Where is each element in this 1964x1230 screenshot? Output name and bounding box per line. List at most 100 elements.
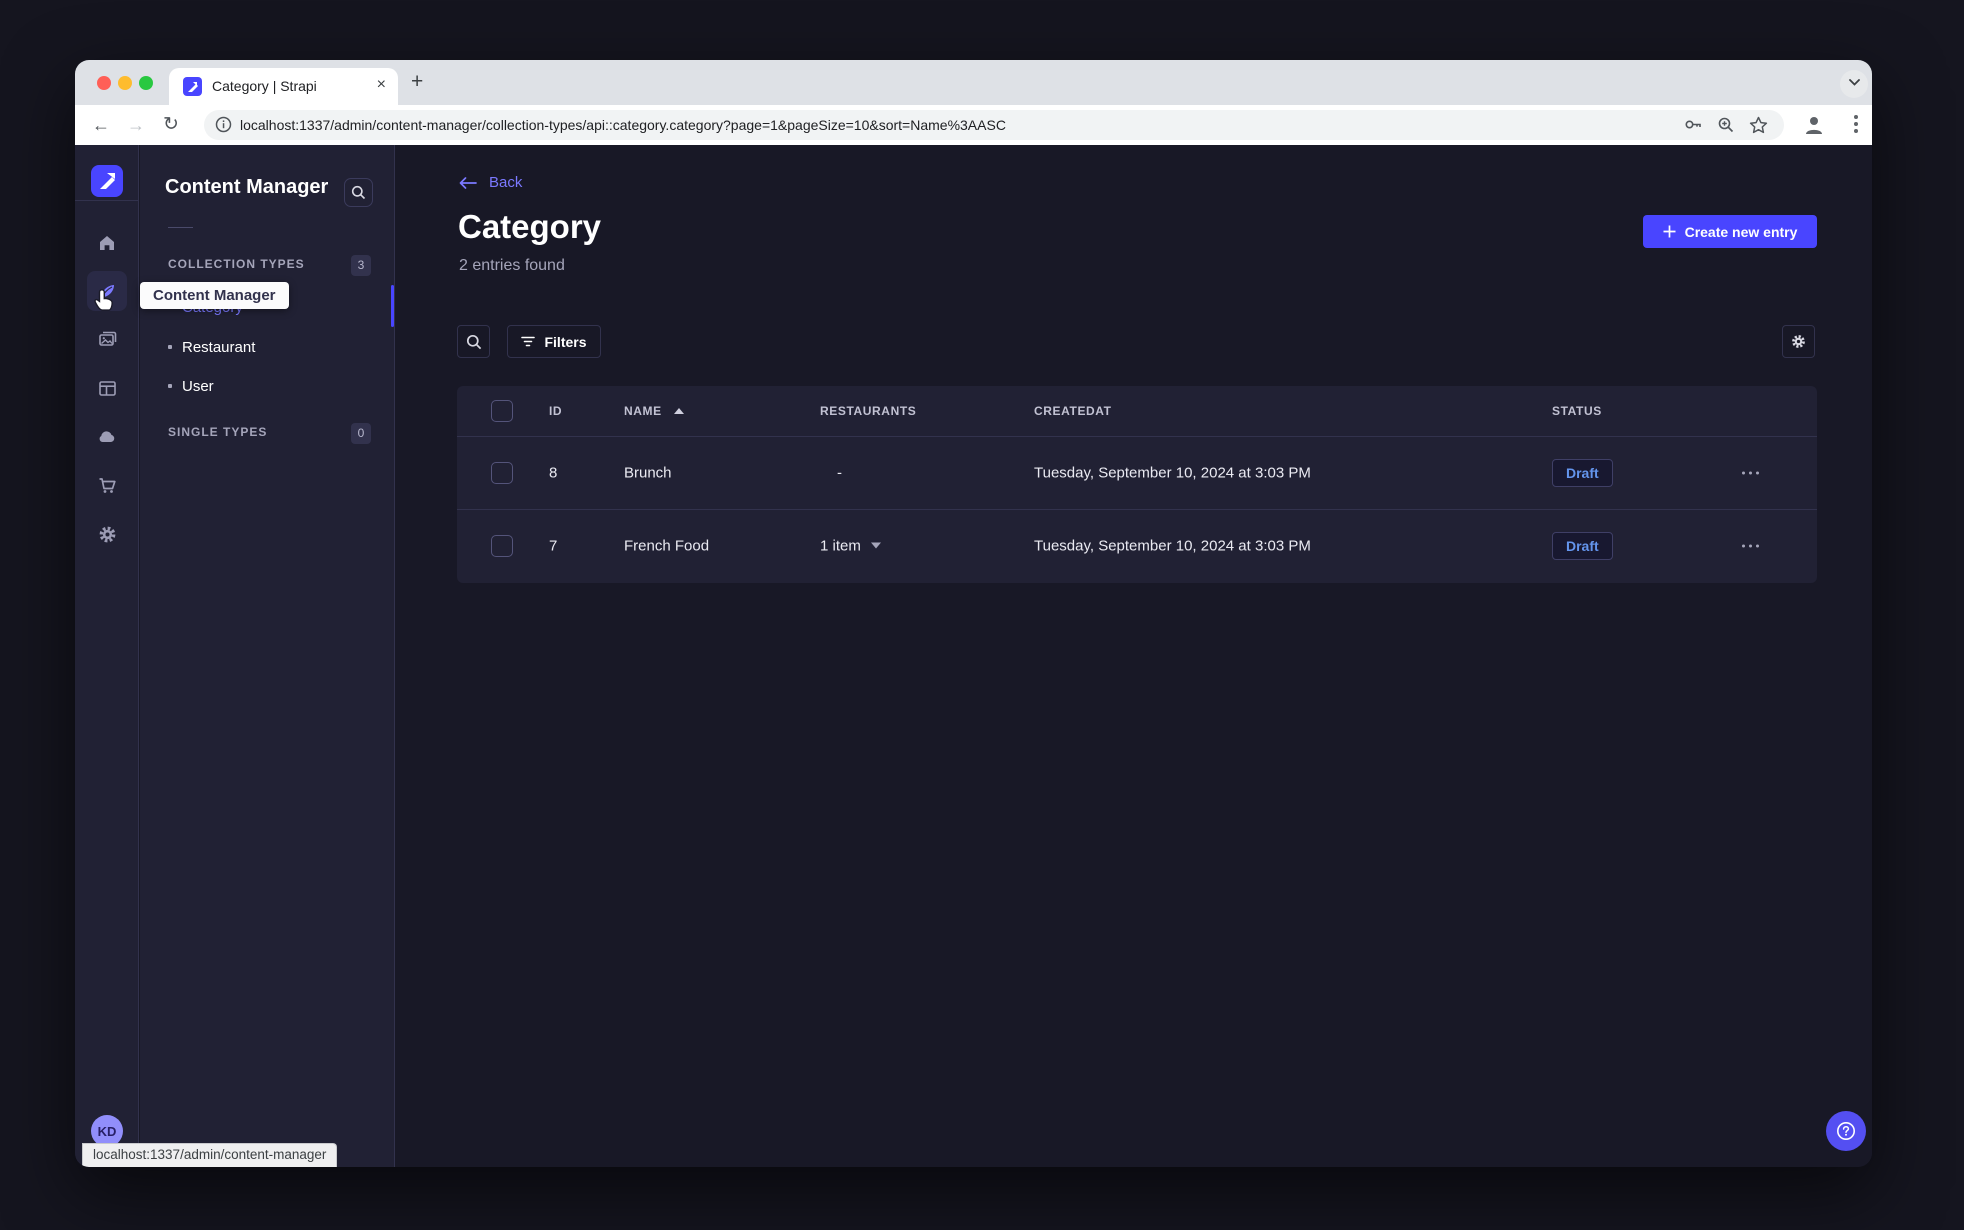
sidebar-item-content-type-builder[interactable] bbox=[87, 368, 127, 408]
sidebar-item-home[interactable] bbox=[87, 223, 127, 263]
table-header-row: ID NAME RESTAURANTS CREATEDAT STATUS bbox=[457, 386, 1817, 436]
new-tab-button[interactable]: + bbox=[411, 70, 423, 94]
close-window-button[interactable] bbox=[97, 76, 111, 90]
panel-search-button[interactable] bbox=[344, 178, 373, 207]
cell-id: 7 bbox=[549, 537, 558, 555]
view-settings-button[interactable] bbox=[1782, 325, 1815, 358]
back-label: Back bbox=[489, 174, 523, 191]
single-types-count-badge: 0 bbox=[351, 423, 371, 444]
row-checkbox[interactable] bbox=[491, 462, 513, 484]
content-type-builder-icon bbox=[98, 380, 116, 396]
table-row[interactable]: 8 Brunch - Tuesday, September 10, 2024 a… bbox=[457, 436, 1817, 509]
media-library-icon bbox=[98, 331, 116, 346]
filters-label: Filters bbox=[544, 333, 587, 350]
create-button-label: Create new entry bbox=[1684, 223, 1798, 240]
sidebar-item-settings[interactable] bbox=[87, 514, 127, 554]
gear-icon bbox=[99, 526, 115, 542]
row-actions-button[interactable] bbox=[1742, 471, 1759, 475]
filters-button[interactable]: Filters bbox=[507, 325, 601, 358]
cell-name: Brunch bbox=[624, 464, 672, 482]
filter-icon bbox=[521, 336, 536, 347]
tab-search-button[interactable] bbox=[1840, 70, 1868, 98]
cell-restaurants[interactable]: 1 item bbox=[820, 538, 881, 555]
row-actions-button[interactable] bbox=[1742, 544, 1759, 548]
main-content: Back Category 2 entries found Create new… bbox=[396, 145, 1872, 1167]
row-checkbox[interactable] bbox=[491, 535, 513, 557]
tab-title: Category | Strapi bbox=[212, 78, 317, 94]
minimize-window-button[interactable] bbox=[118, 76, 132, 90]
browser-toolbar: ← → ↻ localhost:1337/admin/content-manag… bbox=[75, 105, 1872, 145]
entries-table: ID NAME RESTAURANTS CREATEDAT STATUS 8 B… bbox=[457, 386, 1817, 583]
bullet-icon bbox=[168, 384, 172, 388]
arrow-left-icon bbox=[459, 176, 477, 189]
profile-icon[interactable] bbox=[1802, 113, 1826, 142]
browser-window: Category | Strapi × + ← → ↻ localhost:13… bbox=[75, 60, 1872, 1167]
item-label: Restaurant bbox=[182, 338, 256, 356]
browser-back-button[interactable]: ← bbox=[92, 113, 110, 137]
header-name[interactable]: NAME bbox=[624, 404, 684, 418]
sidebar-item-media-library[interactable] bbox=[87, 319, 127, 359]
maximize-window-button[interactable] bbox=[139, 76, 153, 90]
cell-createdat: Tuesday, September 10, 2024 at 3:03 PM bbox=[1034, 537, 1311, 555]
table-row[interactable]: 7 French Food 1 item Tuesday, September … bbox=[457, 509, 1817, 582]
sort-asc-icon bbox=[673, 408, 684, 414]
cell-createdat: Tuesday, September 10, 2024 at 3:03 PM bbox=[1034, 464, 1311, 482]
cloud-icon bbox=[99, 431, 115, 442]
section-single-types: SINGLE TYPES bbox=[168, 425, 268, 439]
browser-tab[interactable]: Category | Strapi × bbox=[169, 68, 398, 105]
password-key-icon[interactable] bbox=[1684, 116, 1703, 138]
chevron-down-icon bbox=[870, 542, 881, 549]
cell-restaurants: - bbox=[837, 464, 842, 482]
cursor-hand-icon bbox=[92, 288, 116, 320]
sidebar-item-cloud[interactable] bbox=[87, 417, 127, 457]
plus-icon bbox=[1663, 225, 1676, 238]
home-icon bbox=[100, 236, 114, 250]
strapi-favicon-icon bbox=[183, 77, 202, 96]
status-badge: Draft bbox=[1552, 532, 1613, 560]
help-button[interactable] bbox=[1826, 1111, 1866, 1151]
chevron-down-icon bbox=[1848, 79, 1860, 86]
select-all-checkbox[interactable] bbox=[491, 400, 513, 422]
rail-divider bbox=[75, 200, 139, 201]
status-badge: Draft bbox=[1552, 459, 1613, 487]
cart-icon bbox=[99, 477, 116, 493]
browser-forward-button[interactable]: → bbox=[127, 113, 145, 137]
header-createdat[interactable]: CREATEDAT bbox=[1034, 404, 1112, 418]
help-icon bbox=[1837, 1122, 1855, 1140]
gear-icon bbox=[1792, 335, 1805, 348]
panel-title: Content Manager bbox=[165, 176, 329, 198]
item-label: User bbox=[182, 377, 214, 395]
content-manager-tooltip: Content Manager bbox=[140, 282, 289, 309]
kebab-menu-icon[interactable] bbox=[1854, 115, 1858, 138]
info-icon[interactable] bbox=[215, 116, 232, 138]
sidebar-item-marketplace[interactable] bbox=[87, 465, 127, 505]
header-status[interactable]: STATUS bbox=[1552, 404, 1602, 418]
url-text: localhost:1337/admin/content-manager/col… bbox=[240, 117, 1006, 133]
entries-count: 2 entries found bbox=[459, 257, 565, 274]
cell-name: French Food bbox=[624, 537, 710, 555]
browser-reload-button[interactable]: ↻ bbox=[163, 113, 179, 137]
strapi-app: KD Content Manager COLLECTION TYPES 3 Ca… bbox=[75, 145, 1872, 1167]
list-search-button[interactable] bbox=[457, 325, 490, 358]
zoom-icon[interactable] bbox=[1717, 116, 1735, 139]
header-id[interactable]: ID bbox=[549, 404, 562, 418]
page-title: Category bbox=[458, 208, 602, 245]
search-icon bbox=[351, 185, 366, 200]
url-bar[interactable]: localhost:1337/admin/content-manager/col… bbox=[204, 110, 1784, 140]
sidebar-item-user[interactable]: User bbox=[168, 375, 214, 397]
tab-close-icon[interactable]: × bbox=[377, 76, 386, 94]
tab-strip: Category | Strapi × + bbox=[75, 60, 1872, 105]
browser-status-tooltip: localhost:1337/admin/content-manager bbox=[82, 1143, 338, 1167]
header-restaurants[interactable]: RESTAURANTS bbox=[820, 404, 916, 418]
section-collection-types: COLLECTION TYPES bbox=[168, 257, 305, 271]
bullet-icon bbox=[168, 345, 172, 349]
strapi-logo[interactable] bbox=[91, 165, 123, 197]
collection-types-count-badge: 3 bbox=[351, 255, 371, 276]
cell-id: 8 bbox=[549, 464, 558, 482]
back-link[interactable]: Back bbox=[459, 174, 522, 191]
active-item-indicator bbox=[391, 285, 394, 327]
sidebar-item-restaurant[interactable]: Restaurant bbox=[168, 336, 255, 358]
bookmark-star-icon[interactable] bbox=[1749, 116, 1768, 139]
create-new-entry-button[interactable]: Create new entry bbox=[1643, 215, 1817, 248]
panel-divider bbox=[168, 227, 193, 228]
